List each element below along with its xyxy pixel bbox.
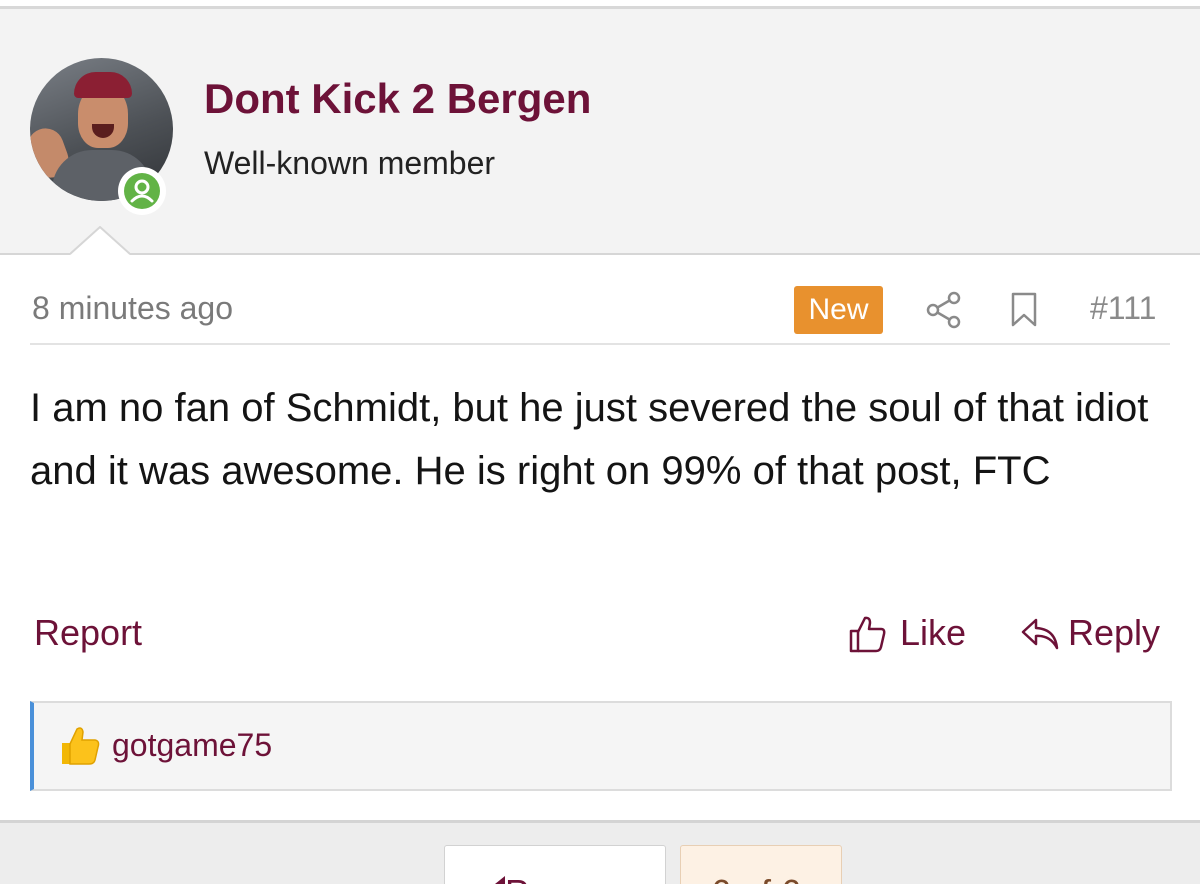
post-number-link[interactable]: #111: [1090, 290, 1156, 327]
prev-arrow-icon: [495, 876, 505, 884]
avatar-cap: [74, 72, 132, 98]
like-thumbs-up-icon: [849, 616, 886, 653]
online-status-badge: [118, 167, 166, 215]
page-count-label: 6 of 6: [711, 872, 801, 884]
like-label: Like: [900, 612, 967, 653]
reply-label: Reply: [1068, 612, 1161, 653]
forum-post-page: Dont Kick 2 Bergen Well-known member 8 m…: [0, 0, 1200, 884]
online-user-icon: [124, 173, 160, 209]
reaction-users-link[interactable]: gotgame75: [112, 727, 272, 764]
prev-label: Prev: [505, 872, 579, 884]
first-page-icon[interactable]: «: [368, 873, 390, 884]
post-body-text: I am no fan of Schmidt, but he just seve…: [30, 386, 1149, 493]
page-count-button[interactable]: 6 of 6: [680, 845, 842, 884]
post-timestamp[interactable]: 8 minutes ago: [32, 290, 233, 327]
report-link[interactable]: Report: [34, 612, 142, 654]
meta-divider: [30, 343, 1170, 345]
user-title: Well-known member: [204, 145, 496, 181]
pagination-bar: « Prev 6 of 6: [0, 820, 1200, 884]
header-caret: [70, 226, 130, 255]
reactions-bar[interactable]: gotgame75: [30, 701, 1172, 791]
prev-page-button[interactable]: Prev: [444, 845, 666, 884]
thumbs-up-emoji-icon: [62, 727, 100, 765]
new-badge: New: [794, 286, 883, 334]
top-border: [0, 0, 1200, 9]
reply-arrow-icon: [1021, 618, 1059, 650]
share-icon[interactable]: [924, 290, 964, 330]
username-link[interactable]: Dont Kick 2 Bergen: [204, 75, 591, 123]
post-author-header: Dont Kick 2 Bergen Well-known member: [0, 9, 1200, 255]
bookmark-icon[interactable]: [1008, 290, 1040, 330]
